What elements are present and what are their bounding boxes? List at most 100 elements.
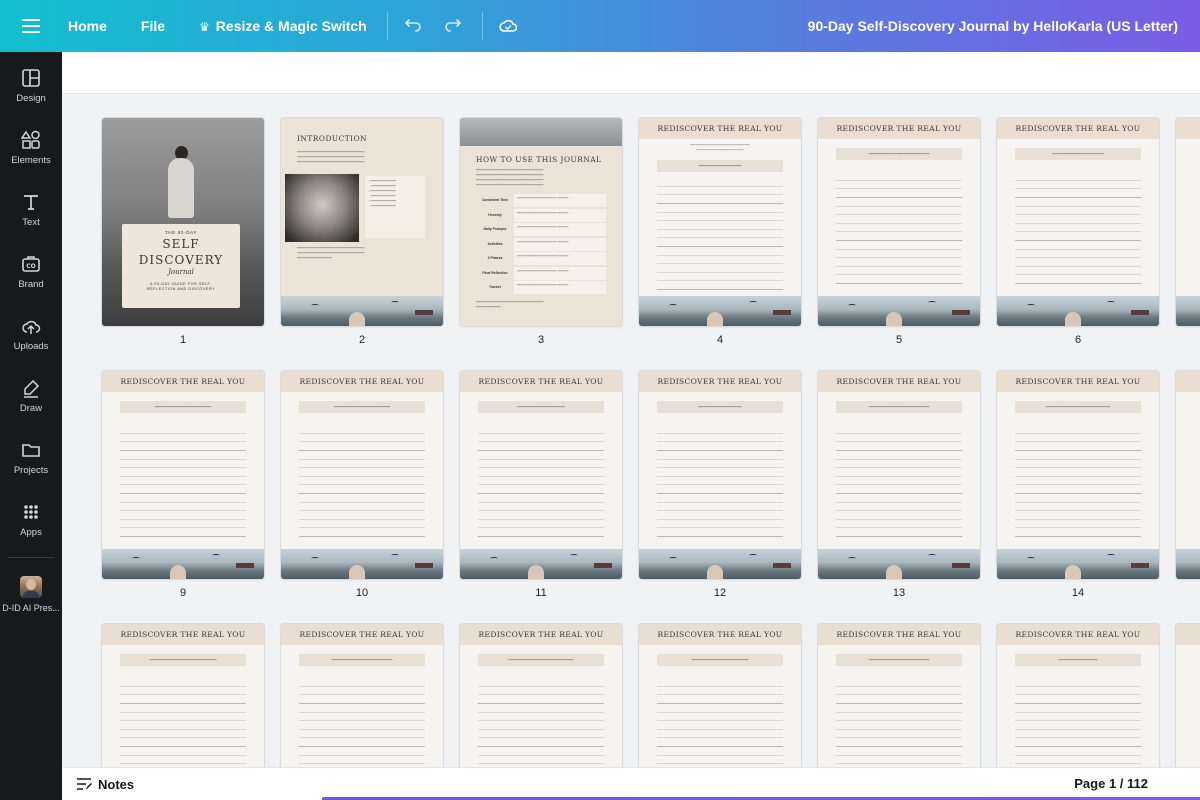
howto-table: Consistent Time ━━━━━━━━━━━━━━━━━━━━━━ ━━… xyxy=(476,194,606,296)
page-thumbnail-11[interactable]: REDISCOVER THE REAL YOU ━━━━━━━━━━━━━━━━… xyxy=(460,371,622,579)
seagull-photo xyxy=(281,296,443,326)
page-thumbnail-1[interactable]: THE 90-DAY SELF DISCOVERY Journal A 90-D… xyxy=(102,118,264,326)
intro-paragraph: ━━━━━━━━━━━━━━━━━━━━━━━━━━━━━━━━━ ━━━━━━━… xyxy=(297,150,365,164)
page-thumbnail-4[interactable]: REDISCOVER THE REAL YOU ━━━━━━━━━━━━━━━━… xyxy=(639,118,801,326)
folder-icon xyxy=(22,444,40,457)
grid-icon xyxy=(24,505,38,519)
redo-icon xyxy=(444,19,461,32)
svg-text:CO: CO xyxy=(26,263,36,270)
page-thumbnail-6[interactable]: REDISCOVER THE REAL YOU ━━━━━━━━━━━━━━━━… xyxy=(997,118,1159,326)
page-thumbnail-18[interactable]: REDISCOVER THE REAL YOU ━━━━━━━━━━━━━━━━… xyxy=(281,624,443,767)
toolbar-divider xyxy=(481,12,483,40)
pen-icon xyxy=(24,379,40,398)
page-number: 3 xyxy=(537,334,545,346)
cover-title-card: THE 90-DAY SELF DISCOVERY Journal A 90-D… xyxy=(122,224,240,308)
page-thumbnail-partial[interactable] xyxy=(1176,624,1200,767)
sidebar-divider xyxy=(8,557,54,558)
sidebar-item-text[interactable]: Text xyxy=(0,188,62,246)
page-thumbnail-2[interactable]: INTRODUCTION ━━━━━━━━━━━━━━━━━━━━━━━━━━━… xyxy=(281,118,443,326)
seagull-photo xyxy=(639,549,801,579)
writing-lines xyxy=(1015,425,1141,540)
page-number: 5 xyxy=(895,334,903,346)
page-number: 9 xyxy=(179,587,187,599)
undo-button[interactable] xyxy=(402,15,424,37)
seagull-photo xyxy=(997,549,1159,579)
writing-lines xyxy=(657,425,783,540)
brand-icon: CO xyxy=(22,256,40,272)
home-button[interactable]: Home xyxy=(68,18,107,34)
layout-icon xyxy=(22,69,40,87)
redo-button[interactable] xyxy=(442,15,464,37)
page-thumbnail-14[interactable]: REDISCOVER THE REAL YOU ━━━━━━━━━━━━━━━━… xyxy=(997,371,1159,579)
cloud-check-icon xyxy=(498,19,517,32)
top-bar: Home File ♛ Resize & Magic Switch 90-Day … xyxy=(0,0,1200,52)
howto-header-image xyxy=(460,118,622,146)
page-number: 13 xyxy=(892,587,906,599)
page-thumbnail-partial[interactable] xyxy=(1176,371,1200,579)
document-title[interactable]: 90-Day Self-Discovery Journal by HelloKa… xyxy=(808,0,1178,52)
page-thumbnail-20[interactable]: REDISCOVER THE REAL YOU ━━━━━━━━━━━━━━━━… xyxy=(639,624,801,767)
resize-magic-switch-button[interactable]: ♛ Resize & Magic Switch xyxy=(199,18,367,34)
left-sidebar: Design Elements Text CO Brand Uploads Dr… xyxy=(0,52,62,800)
page-thumbnail-partial[interactable] xyxy=(1176,118,1200,326)
hamburger-menu-button[interactable] xyxy=(0,0,62,52)
page-thumbnail-5[interactable]: REDISCOVER THE REAL YOU ━━━━━━━━━━━━━━━━… xyxy=(818,118,980,326)
intro-portrait-image xyxy=(285,174,359,242)
writing-lines xyxy=(478,425,604,540)
writing-lines xyxy=(836,425,962,540)
notes-icon xyxy=(77,778,92,790)
seagull-photo xyxy=(460,549,622,579)
seagull-photo xyxy=(818,549,980,579)
cloud-save-status-button[interactable] xyxy=(497,15,519,37)
page-thumbnail-3[interactable]: HOW TO USE THIS JOURNAL ━━━━━━━━━━━━━━━━… xyxy=(460,118,622,326)
writing-lines xyxy=(836,678,962,767)
page-number: 1 xyxy=(179,334,187,346)
page-thumbnail-19[interactable]: REDISCOVER THE REAL YOU ━━━━━━━━━━━━━━━━… xyxy=(460,624,622,767)
crown-icon: ♛ xyxy=(199,20,210,34)
howto-paragraph: ━━━━━━━━━━━━━━━━━━━━━━━━━━━━━━━━━ ━━━━━━━… xyxy=(476,168,544,187)
writing-lines xyxy=(478,678,604,767)
text-icon xyxy=(24,195,38,210)
intro-sidebar-box: • ━━━━━━━━━━━━━ ━━━━━━━━━━━━━ • ━━━━━━━━━… xyxy=(365,176,425,238)
writing-lines xyxy=(1015,172,1141,287)
page-thumbnail-13[interactable]: REDISCOVER THE REAL YOU ━━━━━━━━━━━━━━━━… xyxy=(818,371,980,579)
page-number: 14 xyxy=(1071,587,1085,599)
page-number: 4 xyxy=(716,334,724,346)
menu-icon xyxy=(22,19,40,33)
file-menu-button[interactable]: File xyxy=(141,18,165,34)
sidebar-item-design[interactable]: Design xyxy=(0,64,62,122)
howto-footer-text: ━━━━━━━━━━━━━━━━━━━━━━━━━━━━━━━━━ ━━━━━━━… xyxy=(476,300,544,309)
canvas-header-strip xyxy=(62,52,1200,94)
page-grid-canvas: THE 90-DAY SELF DISCOVERY Journal A 90-D… xyxy=(62,52,1200,767)
notes-button[interactable]: Notes xyxy=(76,768,134,800)
toolbar-divider xyxy=(386,12,388,40)
sidebar-item-draw[interactable]: Draw xyxy=(0,374,62,432)
sidebar-item-brand[interactable]: CO Brand xyxy=(0,250,62,308)
page-number: 12 xyxy=(713,587,727,599)
sidebar-item-d-id-app[interactable]: D-ID AI Pres... xyxy=(0,572,62,630)
page-number: 6 xyxy=(1074,334,1082,346)
writing-lines xyxy=(836,172,962,287)
page-thumbnail-22[interactable]: REDISCOVER THE REAL YOU ━━━━━━━━━━━━━━━━… xyxy=(997,624,1159,767)
shapes-icon xyxy=(21,130,40,149)
writing-lines xyxy=(120,425,246,540)
page-thumbnail-9[interactable]: REDISCOVER THE REAL YOU ━━━━━━━━━━━━━━━━… xyxy=(102,371,264,579)
page-thumbnail-10[interactable]: REDISCOVER THE REAL YOU ━━━━━━━━━━━━━━━━… xyxy=(281,371,443,579)
sidebar-item-uploads[interactable]: Uploads xyxy=(0,312,62,370)
page-indicator[interactable]: Page 1 / 112 xyxy=(1074,768,1148,800)
page-thumbnail-17[interactable]: REDISCOVER THE REAL YOU ━━━━━━━━━━━━━━━━… xyxy=(102,624,264,767)
writing-lines xyxy=(299,678,425,767)
writing-lines xyxy=(1015,678,1141,767)
writing-lines xyxy=(657,678,783,767)
page-thumbnail-21[interactable]: REDISCOVER THE REAL YOU ━━━━━━━━━━━━━━━━… xyxy=(818,624,980,767)
sidebar-item-projects[interactable]: Projects xyxy=(0,436,62,494)
page-thumbnail-12[interactable]: REDISCOVER THE REAL YOU ━━━━━━━━━━━━━━━━… xyxy=(639,371,801,579)
intro-paragraph-2: ━━━━━━━━━━━━━━━━━━━━━━━━━━━━━━━━━ ━━━━━━━… xyxy=(297,246,365,260)
seagull-photo xyxy=(102,549,264,579)
sidebar-item-elements[interactable]: Elements xyxy=(0,126,62,184)
seagull-photo xyxy=(818,296,980,326)
avatar xyxy=(20,576,42,598)
seagull-photo xyxy=(997,296,1159,326)
page-number: 2 xyxy=(358,334,366,346)
sidebar-item-apps[interactable]: Apps xyxy=(0,498,62,556)
